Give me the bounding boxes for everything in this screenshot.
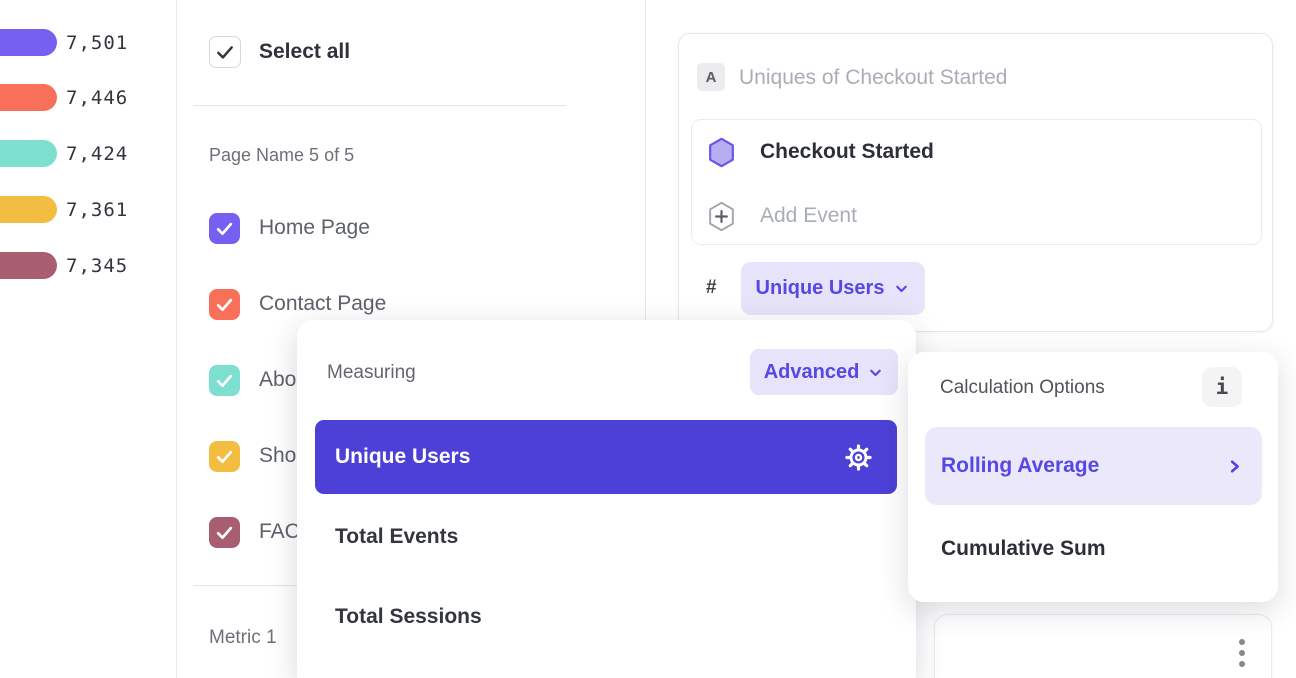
divider bbox=[193, 105, 566, 106]
advanced-mode-dropdown[interactable]: Advanced bbox=[750, 349, 898, 395]
filter-item-label[interactable]: Sho bbox=[259, 444, 296, 468]
menu-item-total-events[interactable]: Total Events bbox=[335, 525, 458, 549]
legend-value: 7,345 bbox=[66, 252, 156, 279]
column-divider bbox=[176, 0, 177, 678]
check-icon bbox=[215, 447, 234, 466]
aggregation-dropdown[interactable]: Unique Users bbox=[741, 262, 925, 315]
legend-bar bbox=[0, 196, 57, 223]
check-icon bbox=[215, 295, 234, 314]
filter-item-label[interactable]: Contact Page bbox=[259, 292, 386, 316]
app-window: 7,501 7,446 7,424 7,361 7,345 Select all… bbox=[0, 0, 1296, 678]
chevron-down-icon bbox=[893, 280, 910, 297]
aggregation-prefix: # bbox=[706, 277, 717, 299]
legend-bar bbox=[0, 140, 57, 167]
select-all-label: Select all bbox=[259, 40, 350, 64]
add-event-button[interactable]: Add Event bbox=[760, 204, 857, 228]
menu-item-label: Rolling Average bbox=[941, 454, 1099, 478]
chevron-right-icon bbox=[1225, 457, 1244, 476]
legend-value: 7,446 bbox=[66, 84, 156, 111]
menu-item-cumulative-sum[interactable]: Cumulative Sum bbox=[941, 537, 1106, 561]
menu-item-total-sessions[interactable]: Total Sessions bbox=[335, 605, 482, 629]
check-icon bbox=[215, 523, 234, 542]
checkbox-shop-page[interactable] bbox=[209, 441, 240, 472]
aggregation-value: Unique Users bbox=[756, 277, 885, 300]
calculation-options-menu: Calculation Options i Rolling Average Cu… bbox=[908, 352, 1278, 602]
event-name[interactable]: Checkout Started bbox=[760, 140, 934, 164]
checkbox-contact-page[interactable] bbox=[209, 289, 240, 320]
check-icon bbox=[215, 42, 235, 62]
info-icon[interactable]: i bbox=[1202, 367, 1242, 407]
series-name-input[interactable]: Uniques of Checkout Started bbox=[739, 66, 1008, 90]
results-card bbox=[934, 614, 1272, 678]
gear-icon[interactable] bbox=[844, 443, 873, 472]
series-badge: A bbox=[697, 63, 725, 91]
more-options-icon[interactable] bbox=[1239, 639, 1245, 667]
legend-bar bbox=[0, 29, 57, 56]
legend-bar bbox=[0, 252, 57, 279]
filter-item-label[interactable]: Abo bbox=[259, 368, 296, 392]
checkbox-home-page[interactable] bbox=[209, 213, 240, 244]
event-card: Checkout Started Add Event bbox=[691, 119, 1262, 245]
calculation-options-title: Calculation Options bbox=[940, 377, 1105, 399]
filter-group-label: Page Name 5 of 5 bbox=[209, 145, 354, 166]
metric-label: Metric 1 bbox=[209, 627, 277, 649]
chevron-down-icon bbox=[867, 364, 884, 381]
menu-item-label: Unique Users bbox=[335, 445, 470, 469]
filter-item-label[interactable]: FAC bbox=[259, 520, 300, 544]
check-icon bbox=[215, 371, 234, 390]
checkbox-about-page[interactable] bbox=[209, 365, 240, 396]
legend-value: 7,361 bbox=[66, 196, 156, 223]
checkbox-faq-page[interactable] bbox=[209, 517, 240, 548]
advanced-mode-value: Advanced bbox=[764, 361, 860, 384]
measuring-menu: Measuring Advanced Unique Users bbox=[297, 320, 916, 678]
add-event-icon[interactable] bbox=[707, 201, 736, 232]
select-all-checkbox[interactable] bbox=[209, 36, 241, 68]
menu-item-unique-users[interactable]: Unique Users bbox=[315, 420, 897, 494]
measuring-menu-title: Measuring bbox=[327, 362, 416, 384]
check-icon bbox=[215, 219, 234, 238]
query-builder-card: A Uniques of Checkout Started Checkout S… bbox=[678, 33, 1273, 332]
menu-item-rolling-average[interactable]: Rolling Average bbox=[925, 427, 1262, 505]
legend-value: 7,424 bbox=[66, 140, 156, 167]
legend-bar bbox=[0, 84, 57, 111]
filter-item-label[interactable]: Home Page bbox=[259, 216, 370, 240]
legend-value: 7,501 bbox=[66, 29, 156, 56]
event-hexagon-icon bbox=[707, 137, 736, 168]
